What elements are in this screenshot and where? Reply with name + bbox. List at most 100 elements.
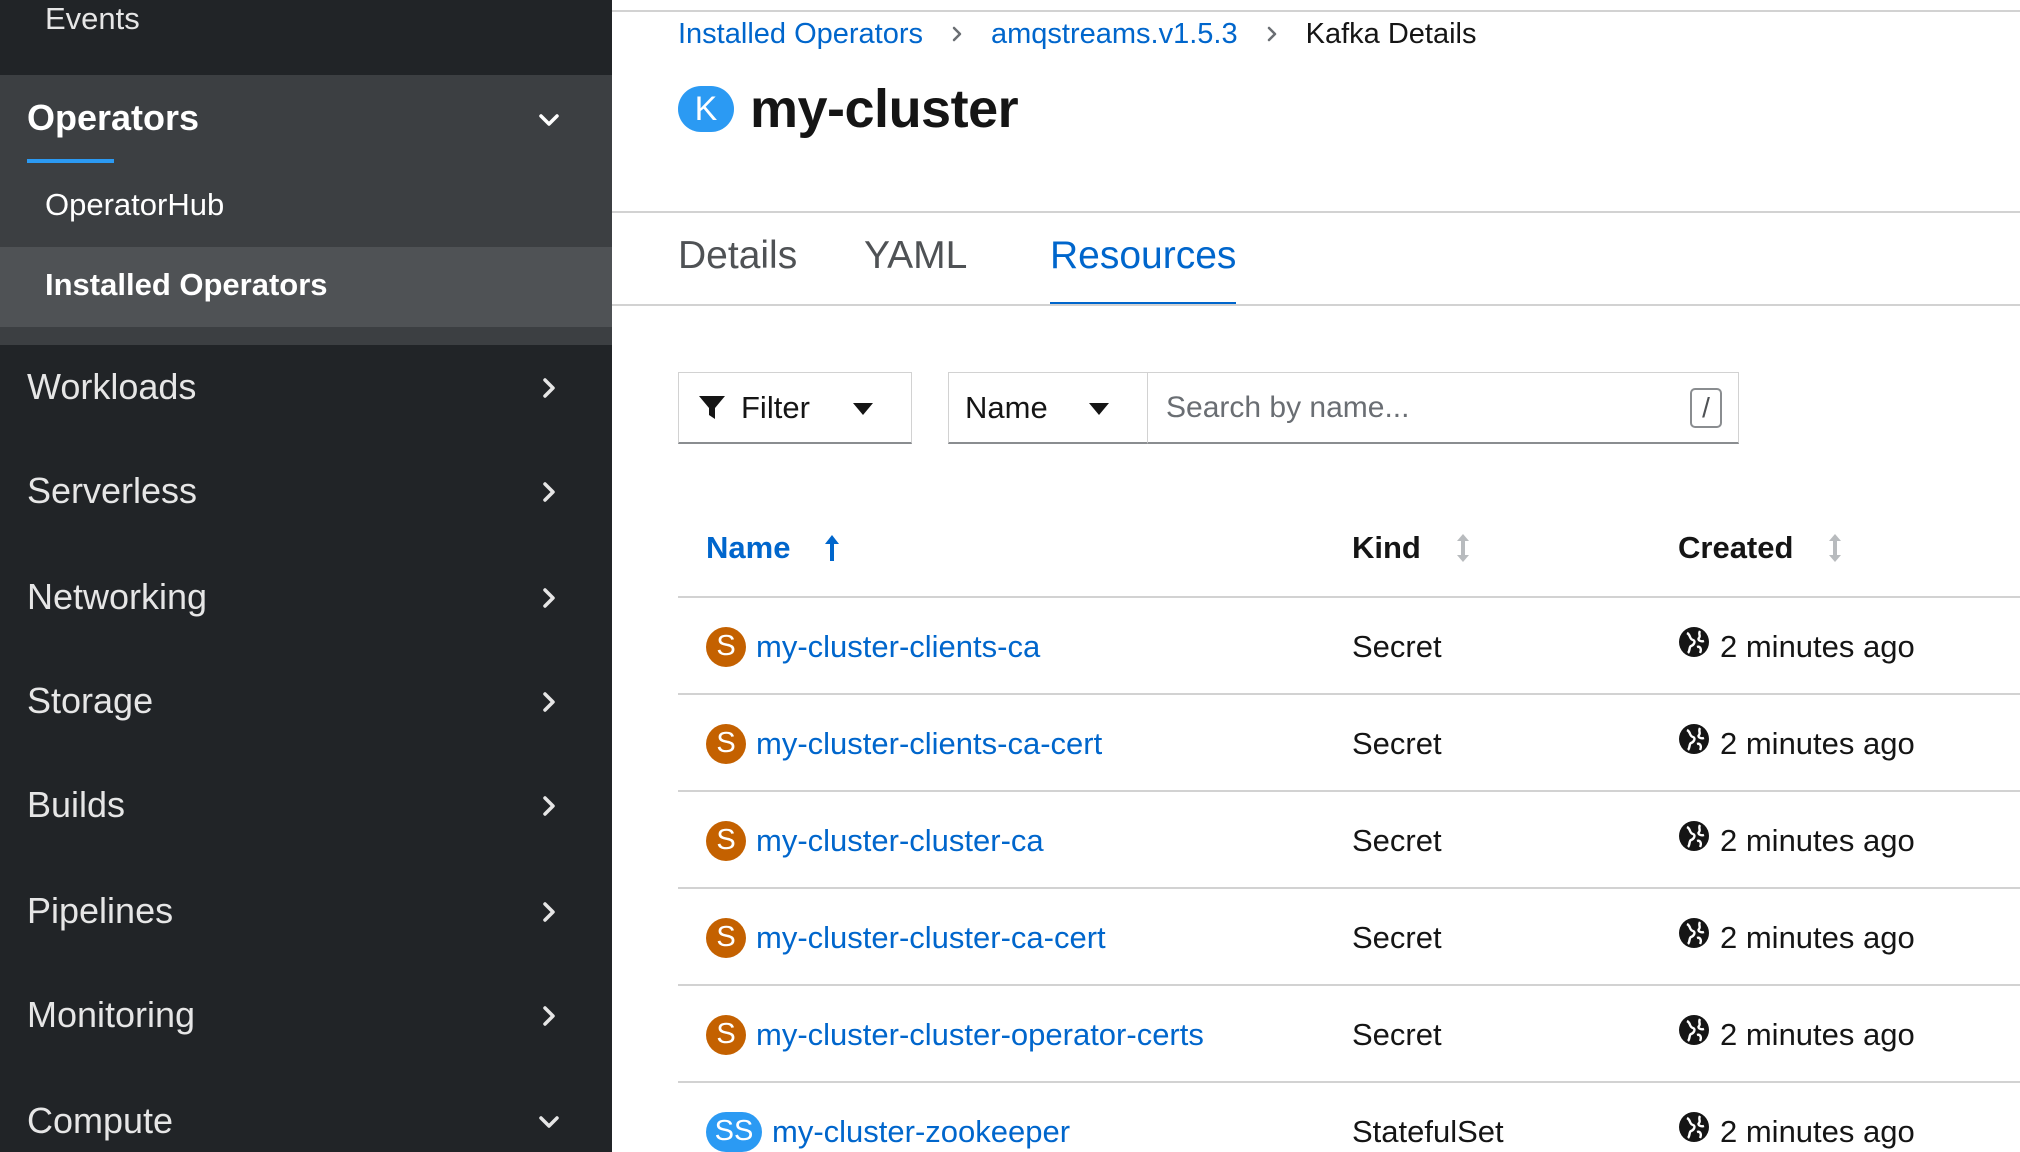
- sidebar-item-networking[interactable]: Networking: [0, 546, 612, 650]
- table-row: S my-cluster-clients-ca Secret 2 minutes…: [678, 598, 2020, 695]
- chevron-right-icon: [538, 1005, 560, 1027]
- sidebar-item-compute[interactable]: Compute: [0, 1070, 612, 1152]
- cell-created: 2 minutes ago: [1678, 1083, 1915, 1152]
- sidebar-item-pipelines[interactable]: Pipelines: [0, 860, 612, 964]
- sidebar-item-label: Compute: [27, 1100, 174, 1141]
- sort-ascending-icon: [825, 535, 840, 561]
- sidebar-item-builds[interactable]: Builds: [0, 754, 612, 858]
- filter-dropdown[interactable]: Filter: [678, 372, 912, 444]
- page-title: my-cluster: [750, 79, 1019, 139]
- sort-icon: [1829, 534, 1842, 562]
- cell-created: 2 minutes ago: [1678, 695, 1915, 792]
- sidebar-item-installed-operators[interactable]: Installed Operators: [0, 247, 612, 327]
- sidebar-item-label: Builds: [27, 784, 126, 825]
- caret-down-icon: [853, 403, 873, 415]
- chevron-down-icon: [538, 1111, 560, 1133]
- sidebar-nav: Events Operators OperatorHub Installed O…: [0, 0, 612, 1152]
- cell-kind: Secret: [1352, 628, 1442, 664]
- cell-kind: Secret: [1352, 822, 1442, 858]
- filter-icon: [699, 395, 725, 419]
- sidebar-item-label: Monitoring: [27, 994, 196, 1035]
- created-time: 2 minutes ago: [1720, 919, 1915, 955]
- resource-link[interactable]: my-cluster-cluster-operator-certs: [756, 1017, 1204, 1053]
- sidebar-item-monitoring[interactable]: Monitoring: [0, 964, 612, 1068]
- table-row: S my-cluster-cluster-operator-certs Secr…: [678, 986, 2020, 1083]
- divider: [612, 304, 2020, 306]
- sidebar-item-workloads[interactable]: Workloads: [0, 336, 612, 440]
- created-time: 2 minutes ago: [1720, 725, 1915, 761]
- created-time: 2 minutes ago: [1720, 1113, 1915, 1149]
- cell-created: 2 minutes ago: [1678, 598, 1915, 695]
- resource-link[interactable]: my-cluster-clients-ca: [756, 629, 1040, 665]
- created-time: 2 minutes ago: [1720, 1016, 1915, 1052]
- table-row: S my-cluster-cluster-ca-cert Secret 2 mi…: [678, 889, 2020, 986]
- sidebar-item-operators[interactable]: Operators: [0, 75, 612, 170]
- cell-created: 2 minutes ago: [1678, 889, 1915, 986]
- sidebar-item-storage[interactable]: Storage: [0, 650, 612, 754]
- table-row: S my-cluster-cluster-ca Secret 2 minutes…: [678, 792, 2020, 889]
- cell-name: S my-cluster-cluster-ca-cert: [706, 889, 1106, 986]
- caret-down-icon: [1089, 403, 1109, 415]
- secret-badge: S: [706, 723, 746, 764]
- secret-badge: S: [706, 1014, 746, 1055]
- cell-name: S my-cluster-clients-ca: [706, 598, 1040, 695]
- sidebar-item-operatorhub[interactable]: OperatorHub: [0, 167, 612, 247]
- breadcrumb: Installed Operators amqstreams.v1.5.3 Ka…: [678, 14, 1476, 54]
- sidebar-item-label: OperatorHub: [45, 187, 225, 222]
- chevron-down-icon: [538, 109, 560, 131]
- table-row: SS my-cluster-zookeeper StatefulSet 2 mi…: [678, 1083, 2020, 1152]
- breadcrumb-link-installed-operators[interactable]: Installed Operators: [678, 18, 923, 51]
- chevron-right-icon: [949, 26, 965, 42]
- search-input[interactable]: [1166, 387, 1666, 429]
- sidebar-item-label: Operators: [27, 97, 200, 138]
- statefulset-badge: SS: [706, 1111, 762, 1152]
- tab-label: YAML: [864, 234, 968, 277]
- sidebar-item-label: Storage: [27, 680, 154, 721]
- globe-icon: [1679, 723, 1709, 754]
- resource-link[interactable]: my-cluster-cluster-ca: [756, 823, 1044, 859]
- chevron-right-icon: [538, 481, 560, 503]
- chevron-right-icon: [538, 795, 560, 817]
- sidebar-item-label: Workloads: [27, 366, 197, 407]
- column-header-created[interactable]: Created: [1678, 498, 1843, 598]
- tab-details[interactable]: Details: [678, 230, 797, 306]
- secret-badge: S: [706, 820, 746, 861]
- cell-name: S my-cluster-cluster-ca: [706, 792, 1044, 889]
- cell-name: SS my-cluster-zookeeper: [706, 1083, 1070, 1152]
- resource-link[interactable]: my-cluster-clients-ca-cert: [756, 726, 1102, 762]
- globe-icon: [1679, 626, 1709, 657]
- column-header-label: Created: [1678, 530, 1794, 565]
- created-time: 2 minutes ago: [1720, 628, 1915, 664]
- chevron-right-icon: [538, 587, 560, 609]
- tab-resources[interactable]: Resources: [1050, 230, 1237, 306]
- sidebar-item-label: Events: [45, 1, 140, 36]
- cell-kind: Secret: [1352, 725, 1442, 761]
- main-content: Installed Operators amqstreams.v1.5.3 Ka…: [612, 0, 2020, 1152]
- select-label: Name: [965, 389, 1048, 425]
- sidebar-item-events[interactable]: Events: [45, 0, 140, 40]
- sort-icon: [1456, 534, 1469, 562]
- cell-name: S my-cluster-clients-ca-cert: [706, 695, 1102, 792]
- page-header: K my-cluster: [678, 78, 1019, 140]
- filter-type-select[interactable]: Name: [948, 372, 1148, 444]
- cell-created: 2 minutes ago: [1678, 792, 1915, 889]
- cell-kind: StatefulSet: [1352, 1113, 1504, 1149]
- active-section-underline: [27, 159, 114, 163]
- chevron-right-icon: [538, 691, 560, 713]
- search-box: /: [1147, 372, 1739, 444]
- column-header-kind[interactable]: Kind: [1352, 498, 1471, 598]
- sidebar-item-label: Serverless: [27, 470, 198, 511]
- tab-yaml[interactable]: YAML: [864, 230, 967, 306]
- column-header-label: Kind: [1352, 530, 1421, 565]
- keyboard-shortcut-hint: /: [1690, 388, 1722, 428]
- cell-kind: Secret: [1352, 919, 1442, 955]
- column-header-label: Name: [706, 530, 791, 565]
- globe-icon: [1679, 1111, 1709, 1142]
- breadcrumb-link-operator-version[interactable]: amqstreams.v1.5.3: [991, 18, 1238, 51]
- resource-link[interactable]: my-cluster-zookeeper: [772, 1114, 1070, 1150]
- filter-label: Filter: [741, 389, 810, 425]
- chevron-right-icon: [538, 377, 560, 399]
- resource-link[interactable]: my-cluster-cluster-ca-cert: [756, 920, 1106, 956]
- column-header-name[interactable]: Name: [706, 498, 840, 598]
- sidebar-item-serverless[interactable]: Serverless: [0, 440, 612, 544]
